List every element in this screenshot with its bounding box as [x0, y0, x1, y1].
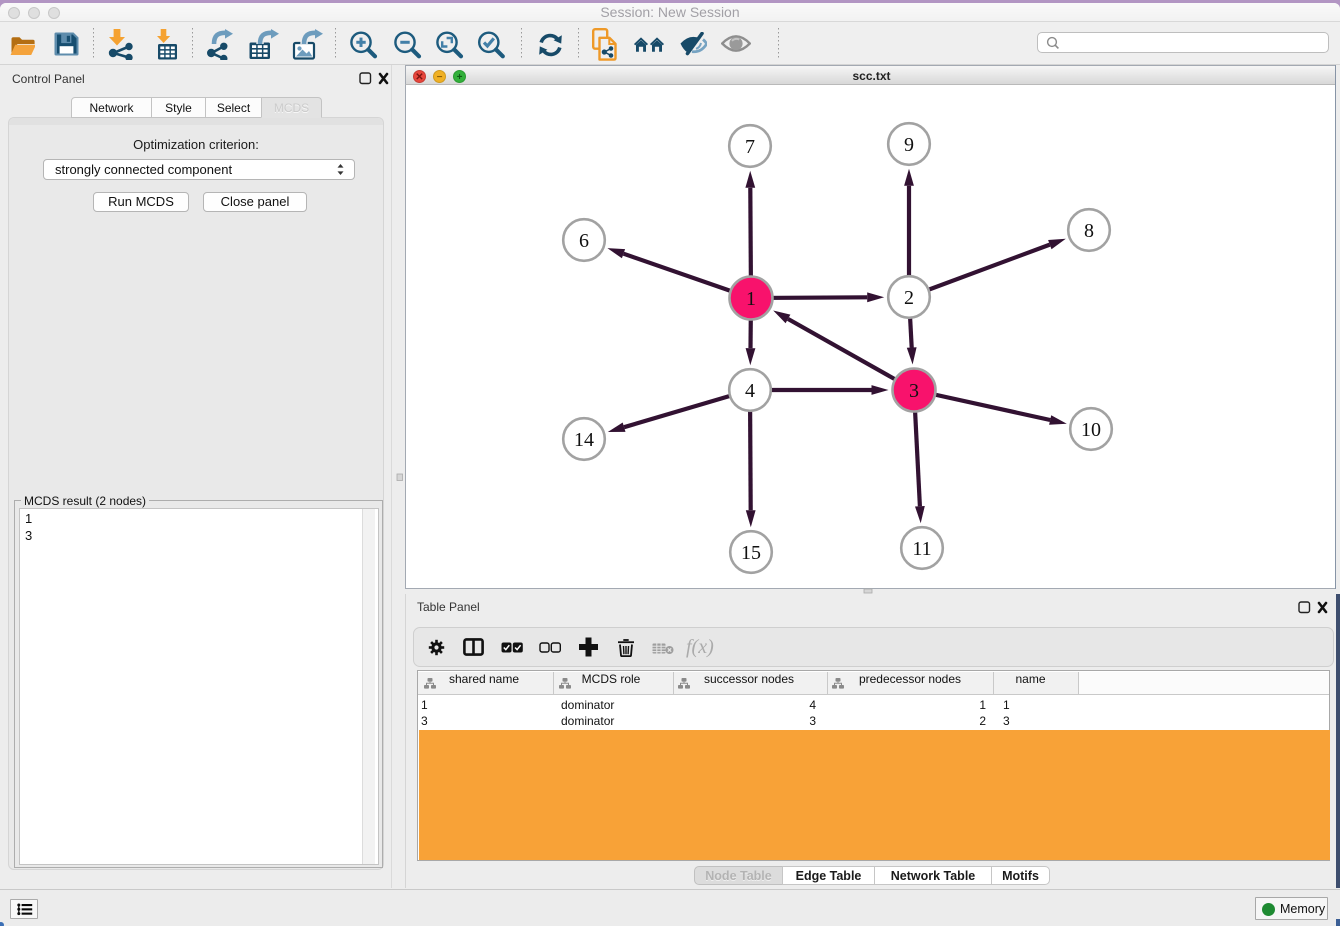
- svg-text:14: 14: [574, 429, 594, 451]
- svg-text:2: 2: [904, 287, 914, 309]
- svg-text:11: 11: [912, 538, 931, 560]
- svg-text:8: 8: [1084, 220, 1094, 242]
- svg-text:3: 3: [909, 380, 919, 402]
- svg-text:1: 1: [746, 288, 756, 310]
- svg-text:10: 10: [1081, 419, 1101, 441]
- svg-text:6: 6: [579, 230, 589, 252]
- svg-text:7: 7: [745, 136, 755, 158]
- svg-text:15: 15: [741, 542, 761, 564]
- svg-text:4: 4: [745, 380, 755, 402]
- svg-text:9: 9: [904, 134, 914, 156]
